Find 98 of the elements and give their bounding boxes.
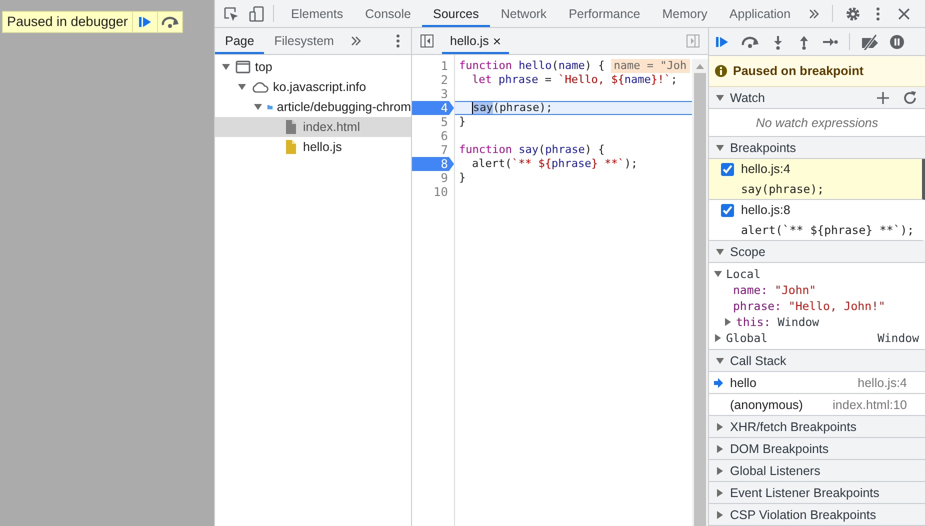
call-frame[interactable]: hello hello.js:4 xyxy=(709,372,925,394)
info-icon xyxy=(715,65,727,77)
panel-tab[interactable]: Application xyxy=(718,2,802,27)
scrollbar[interactable] xyxy=(692,59,708,526)
navigator-tab[interactable]: Page xyxy=(215,30,264,54)
scope-name: Local xyxy=(726,267,761,281)
expand-arrow-icon[interactable] xyxy=(714,271,722,277)
scope-name: Global xyxy=(726,331,768,345)
line-number[interactable]: 10 xyxy=(412,185,454,199)
frame-icon xyxy=(235,59,251,75)
resume-icon xyxy=(136,14,153,30)
line-number[interactable]: 1 xyxy=(412,59,454,73)
expand-arrow-icon xyxy=(716,94,724,100)
section-header[interactable]: Breakpoints xyxy=(709,137,925,159)
section-header[interactable]: CSP Violation Breakpoints xyxy=(709,504,925,526)
expand-arrow-icon xyxy=(238,84,246,90)
line-number[interactable]: 9 xyxy=(412,171,454,185)
frame-location: hello.js:4 xyxy=(858,376,907,390)
panel-tab[interactable]: Network xyxy=(490,2,558,27)
refresh-icon xyxy=(903,90,917,104)
section-header[interactable]: Call Stack xyxy=(709,350,925,372)
tree-item[interactable]: ko.javascript.info xyxy=(215,77,411,97)
current-frame-arrow-icon xyxy=(714,378,724,388)
section-header[interactable]: DOM Breakpoints xyxy=(709,438,925,460)
line-number[interactable]: 7 xyxy=(412,143,454,157)
settings-icon xyxy=(844,6,861,22)
breakpoint-checkbox[interactable] xyxy=(721,204,734,216)
inline-value: name = "Joh xyxy=(610,59,690,73)
line-number[interactable]: 2 xyxy=(412,73,454,87)
scope-value: Window xyxy=(877,331,919,345)
breakpoint-marker[interactable]: 4 xyxy=(412,101,454,115)
tree-item[interactable]: hello.js xyxy=(215,137,411,157)
expand-arrow-icon xyxy=(717,510,723,518)
navigator-tab[interactable]: Filesystem xyxy=(264,30,344,54)
more-tabs-icon xyxy=(808,8,820,20)
panel-left-icon xyxy=(420,34,434,48)
script-file-icon xyxy=(283,139,299,155)
more-tabs-icon xyxy=(350,35,362,47)
file-icon xyxy=(283,119,299,135)
panel-tab[interactable]: Performance xyxy=(558,2,652,27)
scope-property: phrase: "Hello, John!" xyxy=(733,299,886,313)
inspect-element-icon xyxy=(223,6,239,22)
expand-arrow-icon[interactable] xyxy=(715,334,721,342)
device-toolbar-icon xyxy=(249,6,265,22)
code-line: } xyxy=(458,115,467,129)
code-line: alert(`** ${phrase} **`); xyxy=(471,157,639,171)
breakpoint-marker[interactable]: 8 xyxy=(412,157,454,171)
expand-arrow-icon xyxy=(716,144,724,150)
pause-on-exceptions-icon xyxy=(889,34,905,50)
more-options-icon xyxy=(395,33,401,49)
breakpoint-code: say(phrase); xyxy=(741,182,826,196)
frame-name: (anonymous) xyxy=(730,398,803,412)
deactivate-breakpoints-icon xyxy=(860,34,880,50)
section-header[interactable]: Watch xyxy=(709,87,925,109)
frame-name: hello xyxy=(730,376,756,390)
more-options-icon xyxy=(874,6,881,22)
expand-arrow-icon xyxy=(716,358,724,364)
expand-arrow-icon xyxy=(716,248,724,254)
close-tab-icon[interactable]: × xyxy=(492,33,502,49)
panel-right-icon xyxy=(686,34,700,48)
tree-item[interactable]: top xyxy=(215,57,411,77)
frame-location: index.html:10 xyxy=(832,398,907,412)
tree-item[interactable]: article/debugging-chrom xyxy=(215,97,411,117)
scope-property: this: Window xyxy=(736,315,820,329)
expand-arrow-icon xyxy=(717,488,723,496)
breakpoint-checkbox[interactable] xyxy=(721,162,734,176)
file-tab-label: hello.js xyxy=(450,34,489,48)
expand-arrow-icon[interactable] xyxy=(725,318,731,326)
expand-arrow-icon xyxy=(717,422,723,430)
section-header[interactable]: Scope xyxy=(709,241,925,263)
code-line: function hello(name) { name = "Joh xyxy=(455,59,692,73)
paused-message: Paused on breakpoint xyxy=(733,64,864,78)
breakpoint-item[interactable]: hello.js:4 say(phrase); xyxy=(709,159,925,200)
add-icon xyxy=(876,90,890,104)
section-header[interactable]: XHR/fetch Breakpoints xyxy=(709,416,925,438)
panel-tab[interactable]: Memory xyxy=(651,2,718,27)
line-number[interactable]: 6 xyxy=(412,129,454,143)
expand-arrow-icon xyxy=(717,466,723,474)
code-line: let phrase = `Hello, ${name}!`; xyxy=(471,73,678,87)
code-line: function say(phrase) { xyxy=(458,143,606,157)
section-header[interactable]: Event Listener Breakpoints xyxy=(709,482,925,504)
breakpoint-location: hello.js:4 xyxy=(741,162,792,176)
breakpoint-code: alert(`** ${phrase} **`); xyxy=(741,223,916,237)
paused-label: Paused in debugger xyxy=(6,13,129,31)
scope-property: name: "John" xyxy=(733,283,816,297)
expand-arrow-icon xyxy=(222,64,230,70)
line-number[interactable]: 5 xyxy=(412,115,454,129)
tree-item[interactable]: index.html xyxy=(215,117,411,137)
close-icon xyxy=(896,6,911,20)
step-over-icon xyxy=(160,14,180,30)
section-header[interactable]: Global Listeners xyxy=(709,460,925,482)
expand-arrow-icon xyxy=(717,444,723,452)
panel-tab[interactable]: Elements xyxy=(280,2,354,27)
line-number[interactable]: 3 xyxy=(412,87,454,101)
code-line: } xyxy=(458,171,467,185)
panel-tab[interactable]: Console xyxy=(354,2,422,27)
breakpoint-location: hello.js:8 xyxy=(741,203,792,217)
expand-arrow-icon xyxy=(254,104,262,110)
